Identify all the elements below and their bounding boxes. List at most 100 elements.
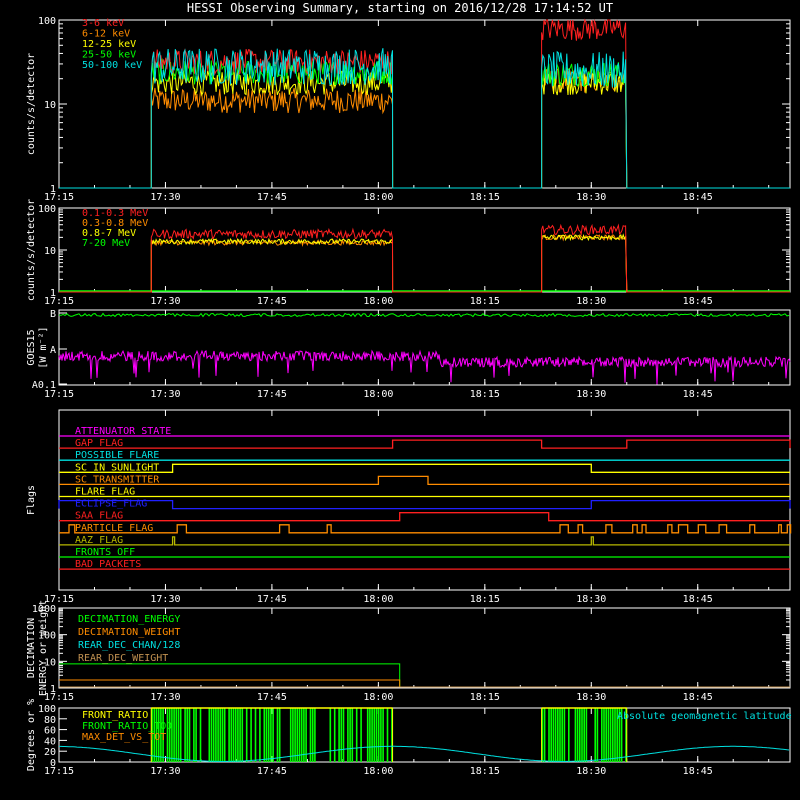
ratio-bar bbox=[296, 708, 299, 762]
time-tick-label: 17:30 bbox=[150, 192, 180, 203]
ratio-bar bbox=[609, 708, 612, 762]
ratio-bar bbox=[239, 708, 241, 762]
ratio-bar bbox=[215, 708, 217, 762]
time-tick-label: 18:30 bbox=[576, 594, 606, 605]
ratio-bar bbox=[576, 708, 579, 762]
ratio-bar bbox=[298, 708, 301, 762]
ratio-bar bbox=[355, 708, 358, 762]
flag-line bbox=[59, 439, 791, 449]
time-tick-label: 17:45 bbox=[257, 594, 287, 605]
time-tick-label: 18:15 bbox=[470, 594, 500, 605]
y-axis-label: GOES15 bbox=[26, 329, 37, 365]
ratio-bar bbox=[377, 708, 380, 762]
y-tick-label: 100 bbox=[38, 204, 56, 215]
ratio-bar bbox=[234, 708, 237, 762]
series-line bbox=[59, 233, 790, 293]
time-tick-label: 18:30 bbox=[576, 296, 606, 307]
ratio-bar bbox=[241, 708, 244, 762]
legend-entry: 7-20 MeV bbox=[82, 238, 130, 249]
ratio-bar bbox=[583, 708, 585, 762]
legend-entry: 12-25 keV bbox=[82, 39, 136, 50]
time-tick-label: 18:45 bbox=[683, 192, 713, 203]
ratio-bar bbox=[373, 708, 376, 762]
ratio-bar bbox=[574, 708, 577, 762]
time-tick-label: 18:15 bbox=[470, 296, 500, 307]
ratio-bar bbox=[351, 708, 354, 762]
time-tick-label: 18:45 bbox=[683, 692, 713, 703]
ratio-bar bbox=[380, 708, 382, 762]
panel-3-frame bbox=[58, 309, 791, 386]
ratio-bar bbox=[272, 708, 274, 762]
ratio-bar bbox=[270, 708, 272, 762]
ratio-bar bbox=[314, 708, 316, 762]
ratio-bar bbox=[603, 708, 605, 762]
ratio-bar bbox=[311, 708, 314, 762]
ratio-bar bbox=[173, 708, 175, 762]
ratio-bar bbox=[561, 708, 563, 762]
ratio-bar bbox=[338, 708, 340, 762]
y-tick-label: 1 bbox=[50, 288, 56, 299]
ratio-bar bbox=[212, 708, 215, 762]
ratio-bar bbox=[557, 708, 559, 762]
panel-2-frame bbox=[58, 207, 791, 293]
time-tick-label: 18:30 bbox=[576, 389, 606, 400]
ratio-bar bbox=[245, 708, 248, 762]
time-tick-label: 18:15 bbox=[470, 192, 500, 203]
y-tick-label: 10 bbox=[44, 246, 56, 257]
time-tick-label: 17:45 bbox=[257, 389, 287, 400]
flag-line bbox=[59, 475, 790, 486]
ratio-bar bbox=[171, 708, 173, 762]
y-tick-label: 100 bbox=[38, 16, 56, 27]
flag-line bbox=[59, 524, 792, 534]
y-tick-label: 80 bbox=[44, 715, 56, 726]
y-tick-label: 60 bbox=[44, 726, 56, 737]
y-axis-label: counts/s/detector bbox=[26, 199, 37, 301]
series-line bbox=[59, 663, 401, 687]
ratio-bar bbox=[347, 708, 349, 762]
time-tick-label: 17:30 bbox=[150, 296, 180, 307]
ratio-bar bbox=[543, 708, 546, 762]
ratio-bar bbox=[193, 708, 195, 762]
ratio-bar bbox=[250, 708, 252, 762]
legend-entry: REAR_DEC_CHAN/128 bbox=[78, 640, 180, 651]
ratio-bar bbox=[166, 708, 169, 762]
y-tick-label: 10 bbox=[44, 100, 56, 111]
time-tick-label: 17:30 bbox=[150, 692, 180, 703]
y-axis-label: Flags bbox=[26, 485, 37, 515]
ratio-bar bbox=[276, 708, 279, 762]
ratio-bar bbox=[333, 708, 336, 762]
time-tick-label: 17:30 bbox=[150, 389, 180, 400]
legend-entry: REAR_DEC_WEIGHT bbox=[78, 653, 168, 664]
time-tick-label: 18:15 bbox=[470, 692, 500, 703]
legend-entry: MAX_DET_VS_TOT bbox=[82, 732, 166, 743]
ratio-bar bbox=[230, 708, 233, 762]
ratio-bar bbox=[375, 708, 378, 762]
ratio-bar bbox=[349, 708, 351, 762]
time-tick-label: 18:15 bbox=[470, 389, 500, 400]
y-axis-label: counts/s/detector bbox=[26, 53, 37, 155]
ratio-bar bbox=[223, 708, 226, 762]
ratio-bar bbox=[614, 708, 616, 762]
time-tick-label: 17:45 bbox=[257, 296, 287, 307]
ratio-bar bbox=[232, 708, 235, 762]
y-tick-label: 20 bbox=[44, 747, 56, 758]
y-axis-label: DECIMATION bbox=[26, 618, 37, 678]
time-tick-label: 17:45 bbox=[257, 192, 287, 203]
series-line bbox=[58, 349, 791, 385]
ratio-bar bbox=[563, 708, 566, 762]
ratio-bar bbox=[612, 708, 614, 762]
legend-entry: 6-12 keV bbox=[82, 29, 130, 40]
time-tick-label: 18:00 bbox=[363, 692, 393, 703]
time-tick-label: 17:45 bbox=[257, 766, 287, 777]
time-tick-label: 18:00 bbox=[363, 766, 393, 777]
series-line bbox=[58, 312, 790, 318]
ratio-bar bbox=[265, 708, 268, 762]
y-tick-label: 100 bbox=[38, 631, 56, 642]
time-tick-label: 17:15 bbox=[44, 192, 74, 203]
ratio-bar bbox=[594, 708, 596, 762]
ratio-bar bbox=[329, 708, 332, 762]
ratio-bar bbox=[195, 708, 197, 762]
ratio-bar bbox=[177, 708, 180, 762]
series-line bbox=[59, 57, 790, 189]
time-tick-label: 17:30 bbox=[150, 766, 180, 777]
